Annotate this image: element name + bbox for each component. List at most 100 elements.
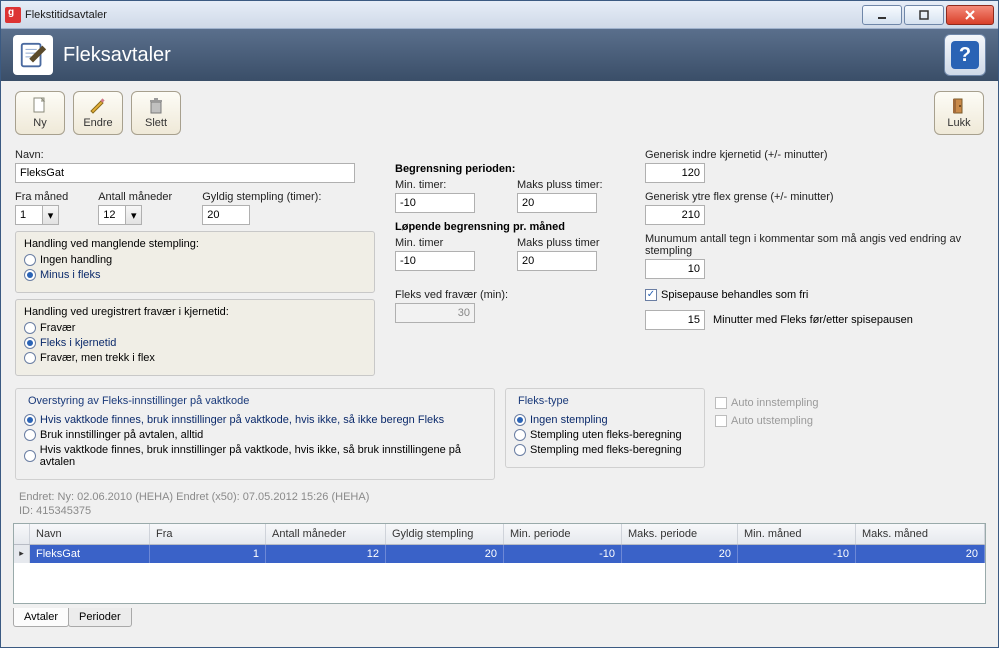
col-maks-maned[interactable]: Maks. måned: [856, 524, 985, 544]
flekstype-group: Fleks-type Ingen stempling Stempling ute…: [505, 388, 705, 468]
chevron-down-icon[interactable]: ▾: [43, 205, 59, 225]
door-icon: [950, 97, 968, 115]
page-title: Fleksavtaler: [63, 44, 171, 67]
close-app-button[interactable]: Lukk: [934, 91, 984, 135]
radio-flekstype-2[interactable]: Stempling uten fleks-beregning: [514, 429, 696, 441]
app-icon: [5, 7, 21, 23]
maks-pluss-label: Maks pluss timer:: [517, 179, 625, 191]
grid-header: Navn Fra Antall måneder Gyldig stempling…: [14, 524, 985, 545]
cell-maks-maned: 20: [856, 545, 985, 563]
chevron-down-icon[interactable]: ▾: [126, 205, 142, 225]
antall-maneder-label: Antall måneder: [98, 191, 172, 203]
new-button[interactable]: Ny: [15, 91, 65, 135]
cell-gyldig: 20: [386, 545, 504, 563]
col-min-maned[interactable]: Min. måned: [738, 524, 856, 544]
window-title: Flekstitidsavtaler: [25, 9, 860, 21]
manglende-title: Handling ved manglende stempling:: [24, 238, 366, 250]
edit-button[interactable]: Endre: [73, 91, 123, 135]
radio-minus-fleks[interactable]: Minus i fleks: [24, 269, 366, 281]
navn-label: Navn:: [15, 149, 375, 161]
radio-ingen-handling[interactable]: Ingen handling: [24, 254, 366, 266]
min-timer-label: Min. timer:: [395, 179, 503, 191]
auto-utstempling-checkbox: Auto utstempling: [715, 415, 818, 427]
col-gyldig[interactable]: Gyldig stempling: [386, 524, 504, 544]
indre-kjernetid-input[interactable]: [645, 163, 705, 183]
uregistrert-title: Handling ved uregistrert fravær i kjerne…: [24, 306, 366, 318]
document-icon: [31, 97, 49, 115]
col-min-periode[interactable]: Min. periode: [504, 524, 622, 544]
antall-maneder-input[interactable]: [98, 205, 126, 225]
radio-flekstype-3[interactable]: Stempling med fleks-beregning: [514, 444, 696, 456]
min-fleks-input[interactable]: [645, 310, 705, 330]
tab-perioder[interactable]: Perioder: [68, 608, 132, 627]
maks-pluss2-input[interactable]: [517, 251, 597, 271]
pencil-icon: [89, 97, 107, 115]
tab-avtaler[interactable]: Avtaler: [13, 608, 69, 627]
radio-flekstype-1[interactable]: Ingen stempling: [514, 414, 696, 426]
radio-fravaer[interactable]: Fravær: [24, 322, 366, 334]
radio-overstyring-3[interactable]: Hvis vaktkode finnes, bruk innstillinger…: [24, 444, 486, 468]
manglende-stempling-group: Handling ved manglende stempling: Ingen …: [15, 231, 375, 293]
min-timer2-input[interactable]: [395, 251, 475, 271]
begrensning-periode-title: Begrensning perioden:: [395, 163, 625, 175]
maks-pluss2-label: Maks pluss timer: [517, 237, 625, 249]
min-timer2-label: Min. timer: [395, 237, 503, 249]
radio-fravaer-trekk[interactable]: Fravær, men trekk i flex: [24, 352, 366, 364]
radio-overstyring-2[interactable]: Bruk innstillinger på avtalen, alltid: [24, 429, 486, 441]
overstyring-group: Overstyring av Fleks-innstillinger på va…: [15, 388, 495, 480]
minimize-button[interactable]: [862, 5, 902, 25]
antall-maneder-combo[interactable]: ▾: [98, 205, 172, 225]
flekstype-title: Fleks-type: [514, 395, 573, 407]
close-button[interactable]: [946, 5, 994, 25]
new-label: Ny: [33, 117, 46, 129]
col-maks-periode[interactable]: Maks. periode: [622, 524, 738, 544]
edit-label: Endre: [83, 117, 112, 129]
meta-info: Endret: Ny: 02.06.2010 (HEHA) Endret (x5…: [1, 486, 998, 521]
data-grid[interactable]: Navn Fra Antall måneder Gyldig stempling…: [13, 523, 986, 604]
cell-navn: FleksGat: [30, 545, 150, 563]
min-fleks-label: Minutter med Fleks før/etter spisepausen: [713, 314, 913, 326]
maks-pluss-input[interactable]: [517, 193, 597, 213]
overstyring-title: Overstyring av Fleks-innstillinger på va…: [24, 395, 253, 407]
meta-endret: Endret: Ny: 02.06.2010 (HEHA) Endret (x5…: [19, 490, 980, 504]
ytre-flex-input[interactable]: [645, 205, 705, 225]
lopende-title: Løpende begrensning pr. måned: [395, 221, 625, 233]
fra-maned-label: Fra måned: [15, 191, 68, 203]
radio-overstyring-1[interactable]: Hvis vaktkode finnes, bruk innstillinger…: [24, 414, 486, 426]
min-tegn-input[interactable]: [645, 259, 705, 279]
min-tegn-label: Munumum antall tegn i kommentar som må a…: [645, 233, 984, 257]
fra-maned-combo[interactable]: ▾: [15, 205, 68, 225]
col-antall[interactable]: Antall måneder: [266, 524, 386, 544]
cell-min-periode: -10: [504, 545, 622, 563]
cell-maks-periode: 20: [622, 545, 738, 563]
spisepause-checkbox[interactable]: Spisepause behandles som fri: [645, 289, 984, 301]
indre-kjernetid-label: Generisk indre kjernetid (+/- minutter): [645, 149, 984, 161]
fra-maned-input[interactable]: [15, 205, 43, 225]
help-icon: ?: [951, 41, 979, 69]
notepad-icon: [13, 35, 53, 75]
fleks-fravaer-label: Fleks ved fravær (min):: [395, 289, 625, 301]
trash-icon: [147, 97, 165, 115]
delete-label: Slett: [145, 117, 167, 129]
ytre-flex-label: Generisk ytre flex grense (+/- minutter): [645, 191, 984, 203]
main-content: Navn: Fra måned ▾ Antall måneder: [1, 145, 998, 486]
gyldig-stempling-label: Gyldig stempling (timer):: [202, 191, 321, 203]
col-fra[interactable]: Fra: [150, 524, 266, 544]
window-buttons: [860, 5, 994, 25]
navn-input[interactable]: [15, 163, 355, 183]
cell-min-maned: -10: [738, 545, 856, 563]
gyldig-stempling-input[interactable]: [202, 205, 250, 225]
delete-button[interactable]: Slett: [131, 91, 181, 135]
cell-fra: 1: [150, 545, 266, 563]
help-button[interactable]: ?: [944, 34, 986, 76]
table-row[interactable]: FleksGat 1 12 20 -10 20 -10 20: [14, 545, 985, 563]
toolbar: Ny Endre Slett Lukk: [1, 81, 998, 145]
app-window: Flekstitidsavtaler Fleksavtaler ? Ny End…: [0, 0, 999, 648]
min-timer-input[interactable]: [395, 193, 475, 213]
maximize-button[interactable]: [904, 5, 944, 25]
bottom-tabs: Avtaler Perioder: [1, 608, 998, 633]
radio-fleks-kjernetid[interactable]: Fleks i kjernetid: [24, 337, 366, 349]
col-navn[interactable]: Navn: [30, 524, 150, 544]
cell-antall: 12: [266, 545, 386, 563]
auto-innstempling-checkbox: Auto innstempling: [715, 397, 818, 409]
